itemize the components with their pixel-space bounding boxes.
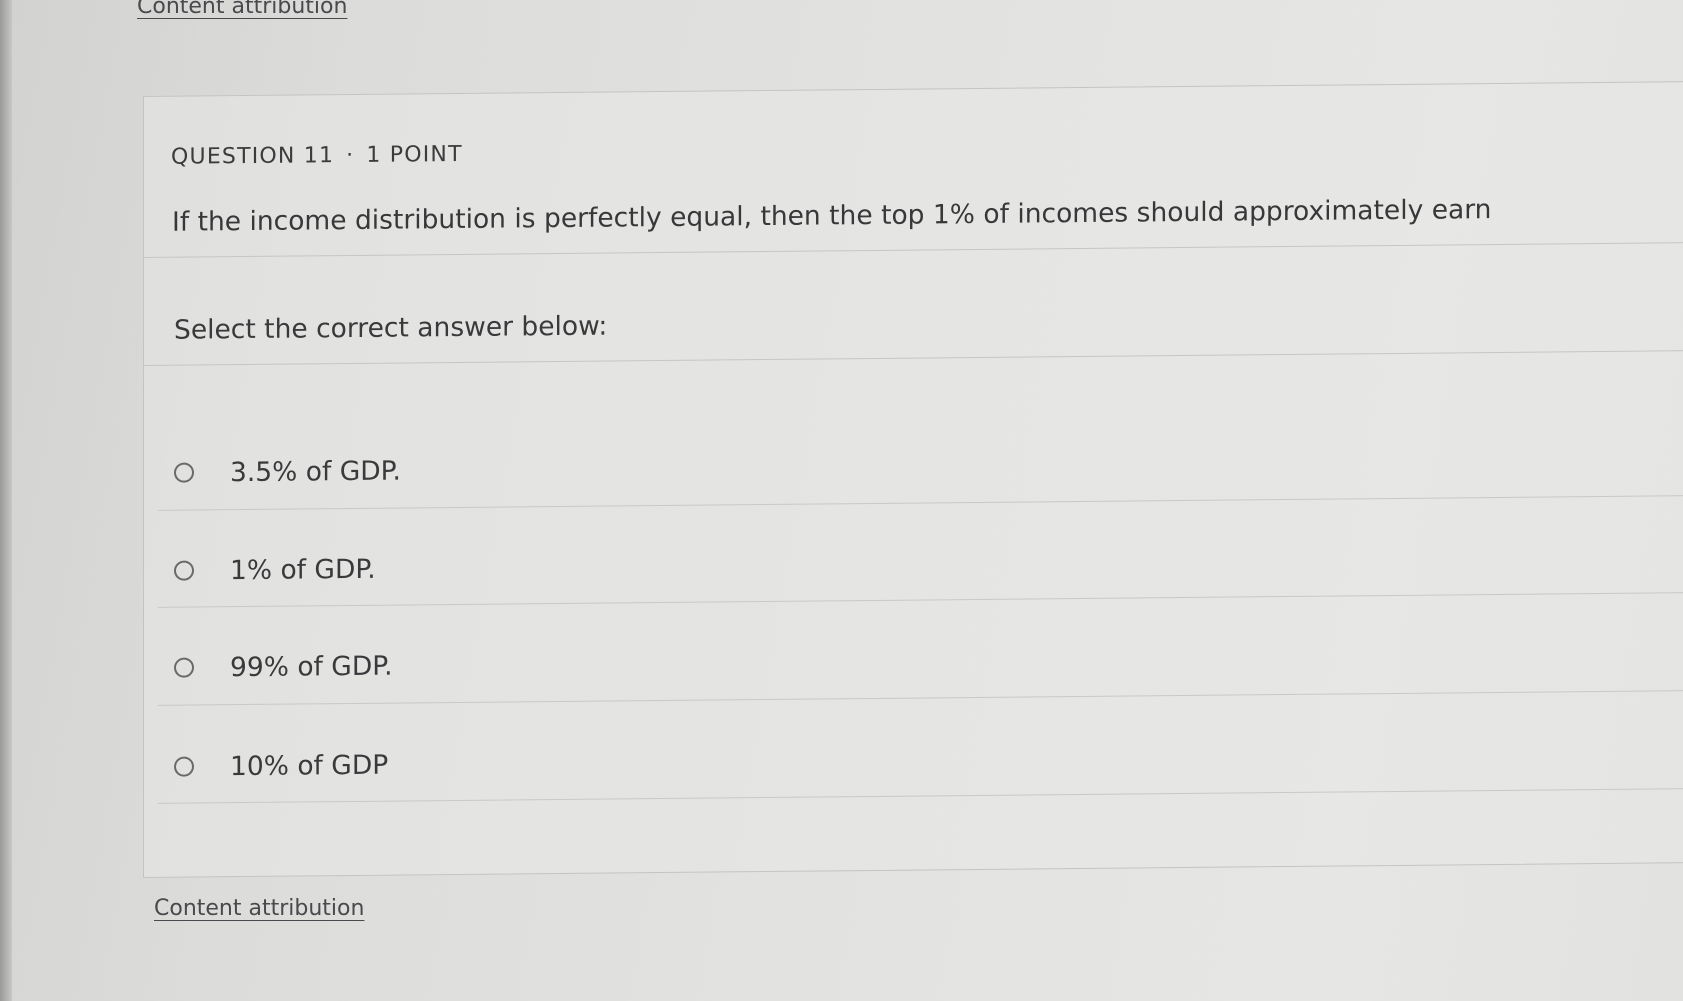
- answer-option[interactable]: 99% of GDP.: [174, 631, 874, 698]
- answer-prompt: Select the correct answer below:: [174, 310, 608, 346]
- answer-option[interactable]: 10% of GDP: [174, 730, 874, 797]
- content-attribution-link-bottom[interactable]: Content attribution: [154, 896, 364, 921]
- option-label: 1% of GDP.: [230, 553, 376, 586]
- answer-option[interactable]: 1% of GDP.: [174, 534, 874, 601]
- screen-edge: [0, 0, 12, 1001]
- question-text: If the income distribution is perfectly …: [172, 194, 1492, 238]
- divider: [144, 350, 1683, 366]
- radio-button-icon[interactable]: [174, 756, 194, 777]
- content-attribution-link-top[interactable]: Content attribution: [137, 0, 347, 19]
- divider: [144, 242, 1683, 258]
- radio-button-icon[interactable]: [174, 657, 194, 678]
- question-header: QUESTION 11 · 1 POINT: [171, 142, 463, 170]
- option-label: 99% of GDP.: [230, 650, 393, 683]
- answer-option[interactable]: 3.5% of GDP.: [174, 436, 874, 503]
- option-label: 3.5% of GDP.: [230, 455, 401, 488]
- header-separator: ·: [346, 142, 355, 169]
- question-number: QUESTION 11: [171, 143, 335, 170]
- option-label: 10% of GDP: [230, 749, 389, 782]
- radio-button-icon[interactable]: [174, 462, 194, 483]
- question-points: 1 POINT: [366, 141, 463, 168]
- radio-button-icon[interactable]: [174, 560, 194, 581]
- question-card: QUESTION 11 · 1 POINT If the income distri…: [143, 81, 1683, 879]
